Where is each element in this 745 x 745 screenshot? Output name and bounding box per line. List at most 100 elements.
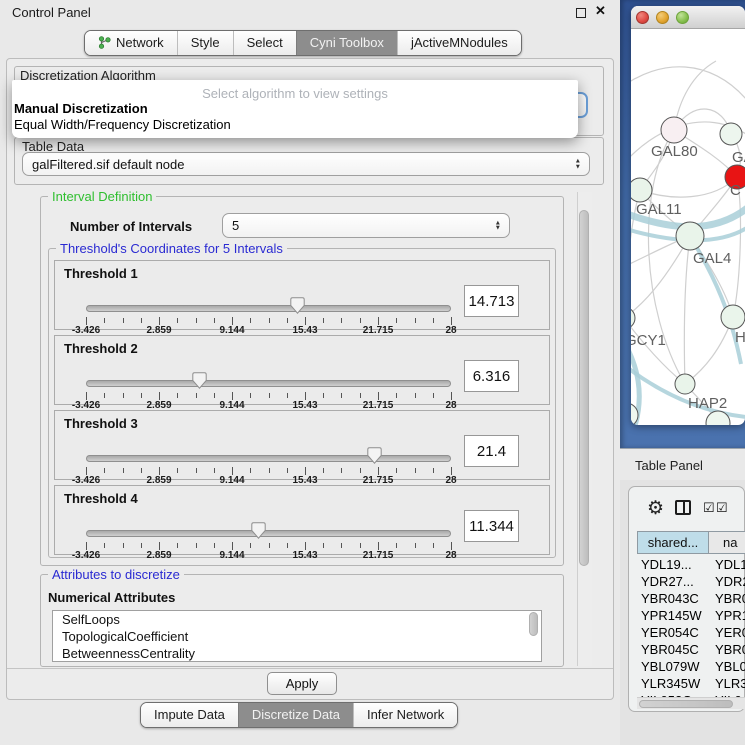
column-header-name[interactable]: na [709,531,745,554]
slider-tick [141,393,142,398]
slider-tick [159,392,160,400]
num-intervals-combo[interactable]: 5 ▲▼ [222,213,510,238]
slider-track[interactable] [86,380,451,387]
attributes-scrollbar-thumb[interactable] [529,612,538,636]
column-layout-icon[interactable] [675,500,691,515]
slider-track[interactable] [86,305,451,312]
threshold-slider[interactable]: -3.4262.8599.14415.4321.71528 [86,336,451,406]
threshold-slider[interactable]: -3.4262.8599.14415.4321.71528 [86,411,451,481]
slider-tick [433,543,434,548]
network-node[interactable] [675,374,695,394]
threshold-slider[interactable]: -3.4262.8599.14415.4321.71528 [86,486,451,556]
slider-tick [232,317,233,325]
slider-tick [396,543,397,548]
slider-tick [360,393,361,398]
algorithm-option[interactable]: Manual Discretization [12,100,578,116]
attribute-list-item[interactable]: SelfLoops [53,611,541,628]
slider-tick [141,543,142,548]
network-node-label: H [735,329,745,346]
slider-tick [123,393,124,398]
table-hscrollbar-thumb[interactable] [639,700,733,708]
slider-tick [433,468,434,473]
table-row[interactable]: YBR043CYBR0 [637,591,745,608]
slider-scale-label: 9.144 [219,550,244,561]
threshold-slider[interactable]: -3.4262.8599.14415.4321.71528 [86,261,451,331]
zoom-traffic-light[interactable] [676,11,689,24]
slider-thumb[interactable] [290,297,305,314]
network-node[interactable] [721,305,745,329]
close-icon[interactable]: ✕ [595,3,606,19]
network-canvas[interactable]: GAL80GAGAL11CGAL4GCY1HHAP2 [631,29,745,425]
slider-thumb[interactable] [192,372,207,389]
table-row[interactable]: YBR045CYBR0 [637,642,745,659]
algorithm-dropdown-popup: Select algorithm to view settings Manual… [12,80,578,138]
table-hscrollbar-track[interactable] [637,697,745,709]
table-row[interactable]: YDL19...YDL1 [637,557,745,574]
cell-name: YBR0 [715,591,745,606]
slider-tick [360,318,361,323]
network-edge[interactable] [684,236,690,384]
interval-definition-title: Interval Definition [48,189,156,204]
attribute-list-item[interactable]: BetweennessCentrality [53,645,541,662]
float-window-icon[interactable] [576,8,586,18]
slider-track[interactable] [86,455,451,462]
column-header-shared[interactable]: shared... [637,531,709,554]
algorithm-option[interactable]: Equal Width/Frequency Discretization [12,116,578,132]
combo-stepper-icon[interactable]: ▲▼ [575,159,581,170]
checkbox-icon[interactable]: ☑ [703,500,715,516]
tab-impute-data[interactable]: Impute Data [141,703,238,727]
network-edge[interactable] [631,67,745,99]
table-row[interactable]: YPR145WYPR1 [637,608,745,625]
slider-tick [214,468,215,473]
table-data-combo[interactable]: galFiltered.sif default node ▲▼ [22,152,590,176]
tab-style[interactable]: Style [177,31,233,55]
attribute-list-item[interactable]: TopologicalCoefficient [53,628,541,645]
slider-track[interactable] [86,530,451,537]
table-row[interactable]: YER054CYER0 [637,625,745,642]
table-data-combo-value: galFiltered.sif default node [32,157,184,172]
screen-root: Control Panel ✕ NetworkStyleSelectCyni T… [0,0,745,745]
slider-tick [123,318,124,323]
threshold-value-box[interactable]: 11.344 [464,510,519,542]
slider-thumb[interactable] [367,447,382,464]
threshold-value-box[interactable]: 6.316 [464,360,519,392]
combo-stepper-icon[interactable]: ▲▼ [495,220,501,231]
threshold-value-box[interactable]: 14.713 [464,285,519,317]
threshold-value-box[interactable]: 21.4 [464,435,519,467]
slider-tick [104,543,105,548]
apply-button[interactable]: Apply [267,672,337,695]
slider-tick [269,543,270,548]
gear-icon[interactable]: ⚙ [647,499,664,518]
network-node[interactable] [631,178,652,202]
slider-tick [433,318,434,323]
slider-tick [232,467,233,475]
tab-infer-network[interactable]: Infer Network [353,703,457,727]
table-row[interactable]: YBL079WYBL0 [637,659,745,676]
network-node[interactable] [676,222,704,250]
slider-tick [159,542,160,550]
tab-select[interactable]: Select [233,31,296,55]
slider-tick [196,543,197,548]
tab-network[interactable]: Network [85,31,177,55]
tab-cyni-toolbox[interactable]: Cyni Toolbox [296,31,397,55]
table-panel-title: Table Panel [635,458,703,473]
checkbox-icon[interactable]: ☑ [716,500,728,516]
network-edge[interactable] [631,236,690,318]
divider [7,668,613,669]
network-node[interactable] [661,117,687,143]
tab-jactivemnodules[interactable]: jActiveMNodules [397,31,521,55]
slider-thumb[interactable] [251,522,266,539]
close-traffic-light[interactable] [636,11,649,24]
network-node[interactable] [720,123,742,145]
slider-tick [415,543,416,548]
slider-tick [214,393,215,398]
minimize-traffic-light[interactable] [656,11,669,24]
tab-discretize-data[interactable]: Discretize Data [238,703,353,727]
slider-tick [196,393,197,398]
table-row[interactable]: YDR27...YDR2 [637,574,745,591]
settings-scrollbar-thumb[interactable] [579,210,589,566]
slider-tick [177,468,178,473]
cell-shared-name: YDR27... [641,574,694,589]
table-row[interactable]: YLR345WYLR3 [637,676,745,693]
network-window: GAL80GAGAL11CGAL4GCY1HHAP2 [631,6,745,425]
